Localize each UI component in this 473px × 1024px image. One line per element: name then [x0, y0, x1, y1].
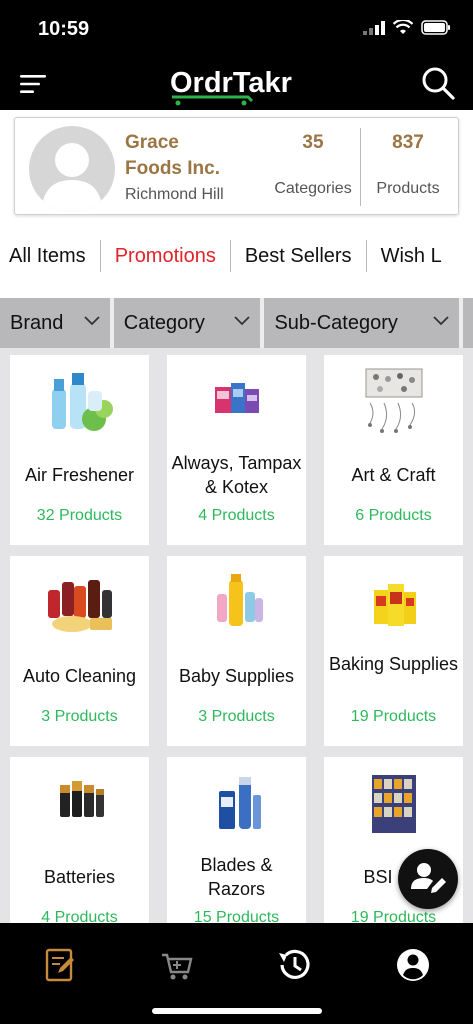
supplier-card[interactable]: Grace Foods Inc. Richmond Hill 35 Catego… — [14, 117, 459, 215]
battery-icon — [421, 20, 450, 35]
baking-supplies-image — [374, 584, 416, 626]
user-edit-icon — [411, 863, 446, 893]
search-icon[interactable] — [421, 66, 455, 100]
category-count: 4 Products — [198, 507, 275, 524]
brand-filter[interactable]: Brand — [0, 298, 110, 348]
signal-icon — [363, 20, 385, 35]
category-count: 19 Products — [350, 708, 437, 725]
category-card[interactable]: Art & Craft 6 Products — [324, 355, 463, 545]
chevron-down-icon — [234, 316, 251, 326]
order-pad-icon[interactable] — [40, 945, 80, 985]
cart-icon[interactable] — [156, 945, 196, 985]
app-header: OrdrTakr — [0, 56, 473, 110]
status-time: 10:59 — [38, 18, 90, 40]
category-card[interactable]: Auto Cleaning 3 Products — [10, 556, 149, 746]
category-name: Baking Supplies — [328, 654, 459, 674]
batteries-image — [60, 781, 104, 817]
new-order-button[interactable] — [398, 849, 458, 909]
category-count: 3 Products — [41, 708, 118, 725]
sub-category-filter-label: Sub-Category — [274, 312, 398, 334]
supplier-avatar — [29, 126, 115, 212]
sub-category-filter[interactable]: Sub-Category — [264, 298, 460, 348]
supplier-name: Grace Foods Inc. — [125, 132, 220, 179]
item-tabs: All Items Promotions Best Sellers Wish L — [0, 233, 473, 279]
chevron-down-icon — [433, 316, 449, 326]
tab-best-sellers[interactable]: Best Sellers — [231, 240, 367, 272]
category-filter[interactable]: Category — [113, 298, 261, 348]
wifi-icon — [393, 20, 413, 34]
category-card[interactable]: Blades & Razors 15 Products — [167, 757, 306, 923]
category-count: 32 Products — [36, 507, 123, 524]
category-name: Batteries — [43, 867, 116, 887]
logo-text: OrdrTakr — [170, 67, 292, 99]
razors-image — [219, 777, 261, 829]
tab-wish-list[interactable]: Wish L — [367, 240, 456, 272]
products-count: 837 — [392, 132, 424, 153]
feminine-care-image — [215, 383, 259, 413]
art-craft-image — [365, 368, 423, 433]
category-count: 19 Products — [350, 909, 437, 923]
category-count: 3 Products — [198, 708, 275, 725]
supplier-city: Richmond Hill — [125, 186, 224, 203]
category-card[interactable]: Air Freshener 32 Products — [10, 355, 149, 545]
category-name: Auto Cleaning — [22, 666, 137, 686]
category-card[interactable]: Baking Supplies 19 Products — [324, 556, 463, 746]
person-placeholder-icon — [41, 143, 103, 212]
categories-label: Categories — [274, 180, 352, 197]
brand-filter-label: Brand — [10, 312, 64, 334]
category-filter-label: Category — [123, 312, 205, 334]
account-icon[interactable] — [393, 945, 433, 985]
category-card[interactable]: Always, Tampax & Kotex 4 Products — [167, 355, 306, 545]
category-name: Air Freshener — [24, 465, 135, 485]
auto-cleaning-image — [48, 580, 112, 632]
tab-promotions[interactable]: Promotions — [101, 240, 231, 272]
category-card[interactable]: Baby Supplies 3 Products — [167, 556, 306, 746]
air-freshener-image — [52, 373, 113, 431]
category-grid: Air Freshener 32 Products Always, Tampax… — [0, 348, 473, 923]
category-name: Blades & Razors — [200, 855, 273, 899]
history-icon[interactable] — [274, 945, 314, 985]
home-indicator — [152, 1008, 322, 1014]
status-bar: 10:59 — [0, 0, 473, 56]
baby-supplies-image — [217, 574, 263, 626]
bsi-display-image — [372, 775, 416, 833]
more-filter[interactable] — [463, 298, 473, 348]
chevron-down-icon — [84, 316, 100, 326]
main-content: Grace Foods Inc. Richmond Hill 35 Catego… — [0, 110, 473, 923]
filter-bar: Brand Category Sub-Category — [0, 298, 473, 348]
categories-count: 35 — [302, 132, 324, 153]
status-icons — [363, 20, 451, 35]
tab-all-items[interactable]: All Items — [0, 240, 101, 272]
category-name: Baby Supplies — [178, 666, 295, 686]
category-count: 15 Products — [193, 909, 280, 923]
ordrtakr-logo: OrdrTakr — [170, 67, 292, 106]
category-name: Art & Craft — [351, 465, 436, 485]
menu-icon[interactable] — [20, 74, 46, 94]
category-card[interactable]: Batteries 4 Products — [10, 757, 149, 923]
category-count: 6 Products — [355, 507, 432, 524]
stat-divider — [360, 128, 361, 206]
categories-stat: 35 Categories — [267, 118, 359, 216]
bottom-nav — [0, 923, 473, 1024]
products-stat: 837 Products — [363, 118, 453, 216]
category-count: 4 Products — [41, 909, 118, 923]
products-label: Products — [376, 180, 440, 197]
category-name: Always, Tampax & Kotex — [171, 453, 302, 497]
